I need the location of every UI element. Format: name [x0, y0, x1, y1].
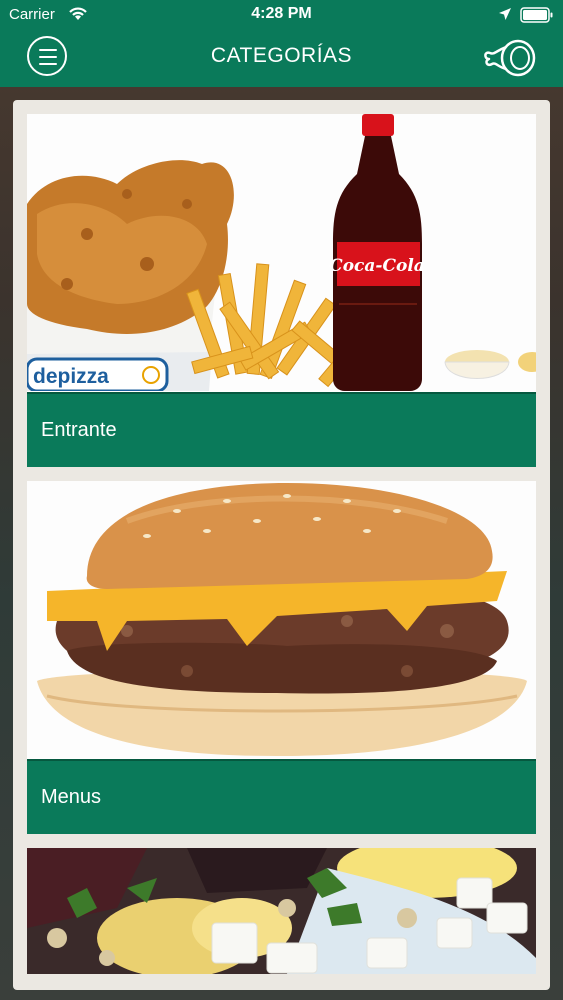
category-label: Entrante	[27, 392, 536, 467]
double-cheeseburger-photo	[27, 481, 536, 758]
category-card-salad[interactable]	[27, 848, 536, 974]
status-time: 4:28 PM	[251, 5, 312, 22]
location-arrow-icon	[498, 7, 512, 25]
cola-brand-text: Coca-Cola	[329, 256, 425, 276]
page-title: CATEGORÍAS	[210, 44, 353, 67]
fried-chicken-fries-cola-photo: depizza Coca-Cola	[27, 114, 536, 391]
category-card-entrante[interactable]: depizza Coca-Cola Entrante	[27, 114, 536, 467]
category-card-menus[interactable]: Menus	[27, 481, 536, 834]
categories-panel: depizza Coca-Cola Entrante Menus	[13, 100, 550, 990]
category-label: Menus	[27, 759, 536, 834]
brand-text: depizza	[33, 365, 109, 388]
nav-bar: CATEGORÍAS	[0, 30, 563, 87]
ham-meat-icon[interactable]	[482, 37, 538, 79]
salad-photo	[27, 848, 536, 974]
app-header: Carrier 4:28 PM CATEGORÍAS	[0, 0, 563, 87]
battery-icon	[520, 7, 554, 27]
status-bar: Carrier 4:28 PM	[0, 0, 563, 30]
